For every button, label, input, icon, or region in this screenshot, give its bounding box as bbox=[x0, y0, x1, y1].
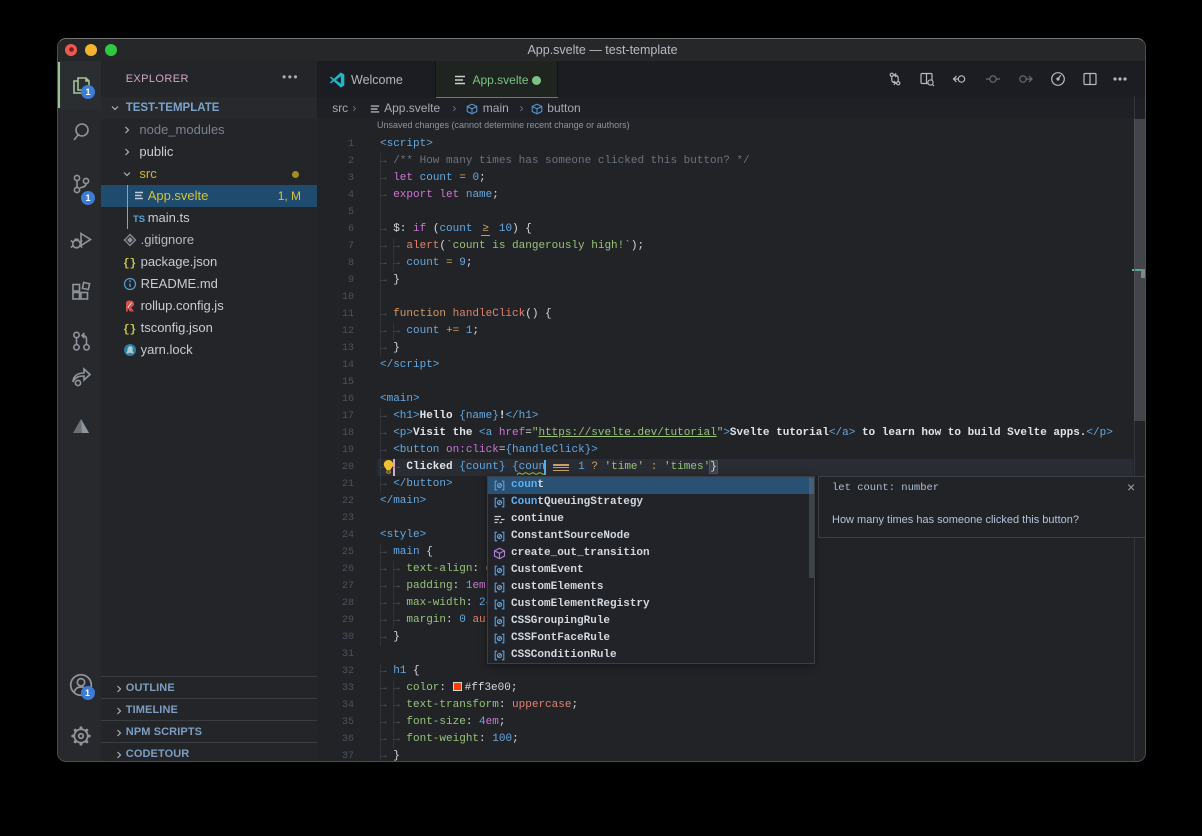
svg-text:{}: {} bbox=[123, 258, 136, 269]
svg-text:{}: {} bbox=[123, 324, 136, 335]
svg-text:TS: TS bbox=[133, 214, 145, 225]
